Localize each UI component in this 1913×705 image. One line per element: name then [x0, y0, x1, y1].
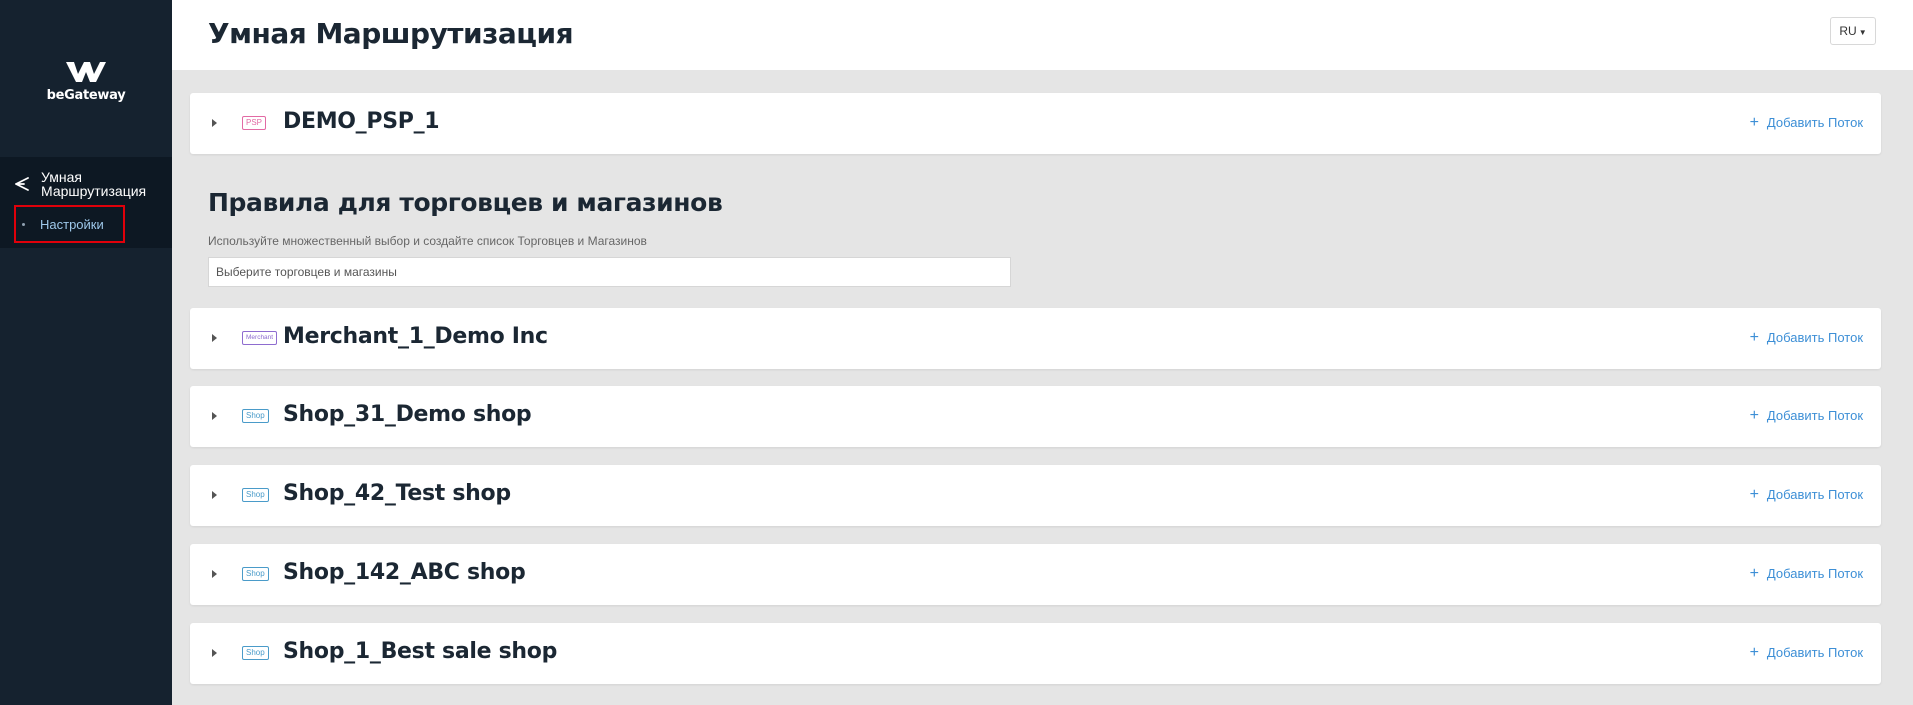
plus-icon: + [1749, 644, 1759, 661]
shop-name: Shop_42_Test shop [283, 481, 511, 506]
plus-icon: + [1749, 486, 1759, 503]
plus-icon: + [1749, 329, 1759, 346]
expand-arrow-icon[interactable] [212, 570, 217, 578]
bullet-icon [22, 222, 25, 226]
logo[interactable]: beGateway [0, 60, 172, 103]
expand-arrow-icon[interactable] [212, 334, 217, 342]
add-flow-label: Добавить Поток [1766, 330, 1863, 345]
expand-arrow-icon[interactable] [212, 119, 217, 127]
shop-name: Shop_1_Best sale shop [283, 639, 558, 664]
psp-tag: PSP [242, 116, 267, 130]
expand-arrow-icon[interactable] [212, 649, 217, 657]
begateway-logo-icon [66, 62, 106, 82]
sidebar: beGateway Умная Маршрутизация Настройки [0, 0, 172, 705]
add-flow-button[interactable]: + Добавить Поток [1749, 565, 1863, 582]
psp-card[interactable]: PSP DEMO_PSP_1 + Добавить Поток [190, 93, 1881, 154]
caret-down-icon: ▼ [1858, 27, 1867, 37]
add-flow-label: Добавить Поток [1766, 408, 1863, 423]
expand-arrow-icon[interactable] [212, 491, 217, 499]
add-flow-label: Добавить Поток [1766, 115, 1863, 130]
add-flow-button[interactable]: + Добавить Поток [1749, 407, 1863, 424]
plus-icon: + [1749, 407, 1759, 424]
expand-arrow-icon[interactable] [212, 412, 217, 420]
merchant-tag: Merchant [242, 331, 278, 345]
psp-name: DEMO_PSP_1 [283, 109, 440, 134]
add-flow-label: Добавить Поток [1766, 566, 1863, 581]
add-flow-button[interactable]: + Добавить Поток [1749, 644, 1863, 661]
nav-item-smart-routing[interactable]: Умная Маршрутизация [14, 170, 161, 198]
routing-icon [15, 177, 29, 191]
shop-card[interactable]: Shop Shop_1_Best sale shop + Добавить По… [190, 623, 1881, 684]
header: Умная Маршрутизация RU ▼ [172, 0, 1913, 70]
plus-icon: + [1749, 114, 1759, 131]
add-flow-label: Добавить Поток [1766, 487, 1863, 502]
merchant-name: Merchant_1_Demo Inc [283, 324, 548, 349]
shop-card[interactable]: Shop Shop_142_ABC shop + Добавить Поток [190, 544, 1881, 605]
merchants-shops-select[interactable] [208, 257, 1011, 287]
nav-section-smart-routing: Умная Маршрутизация Настройки [0, 157, 172, 248]
merchant-card[interactable]: Merchant Merchant_1_Demo Inc + Добавить … [190, 308, 1881, 369]
nav-item-settings-label: Настройки [40, 216, 104, 232]
nav-item-settings[interactable]: Настройки [14, 205, 125, 243]
add-flow-button[interactable]: + Добавить Поток [1749, 329, 1863, 346]
logo-text: beGateway [46, 88, 126, 103]
shop-card[interactable]: Shop Shop_42_Test shop + Добавить Поток [190, 465, 1881, 526]
shop-tag: Shop [242, 488, 269, 502]
nav-item-label: Умная Маршрутизация [41, 169, 147, 199]
add-flow-button[interactable]: + Добавить Поток [1749, 114, 1863, 131]
shop-name: Shop_31_Demo shop [283, 402, 532, 427]
rules-description: Используйте множественный выбор и создай… [208, 234, 647, 248]
shop-tag: Shop [242, 567, 269, 581]
shop-card[interactable]: Shop Shop_31_Demo shop + Добавить Поток [190, 386, 1881, 447]
add-flow-button[interactable]: + Добавить Поток [1749, 486, 1863, 503]
shop-tag: Shop [242, 646, 269, 660]
rules-title: Правила для торговцев и магазинов [208, 188, 723, 217]
language-select[interactable]: RU ▼ [1830, 17, 1876, 45]
page-title: Умная Маршрутизация [208, 17, 574, 50]
shop-name: Shop_142_ABC shop [283, 560, 526, 585]
shop-tag: Shop [242, 409, 269, 423]
plus-icon: + [1749, 565, 1759, 582]
add-flow-label: Добавить Поток [1766, 645, 1863, 660]
language-value: RU [1839, 24, 1857, 38]
